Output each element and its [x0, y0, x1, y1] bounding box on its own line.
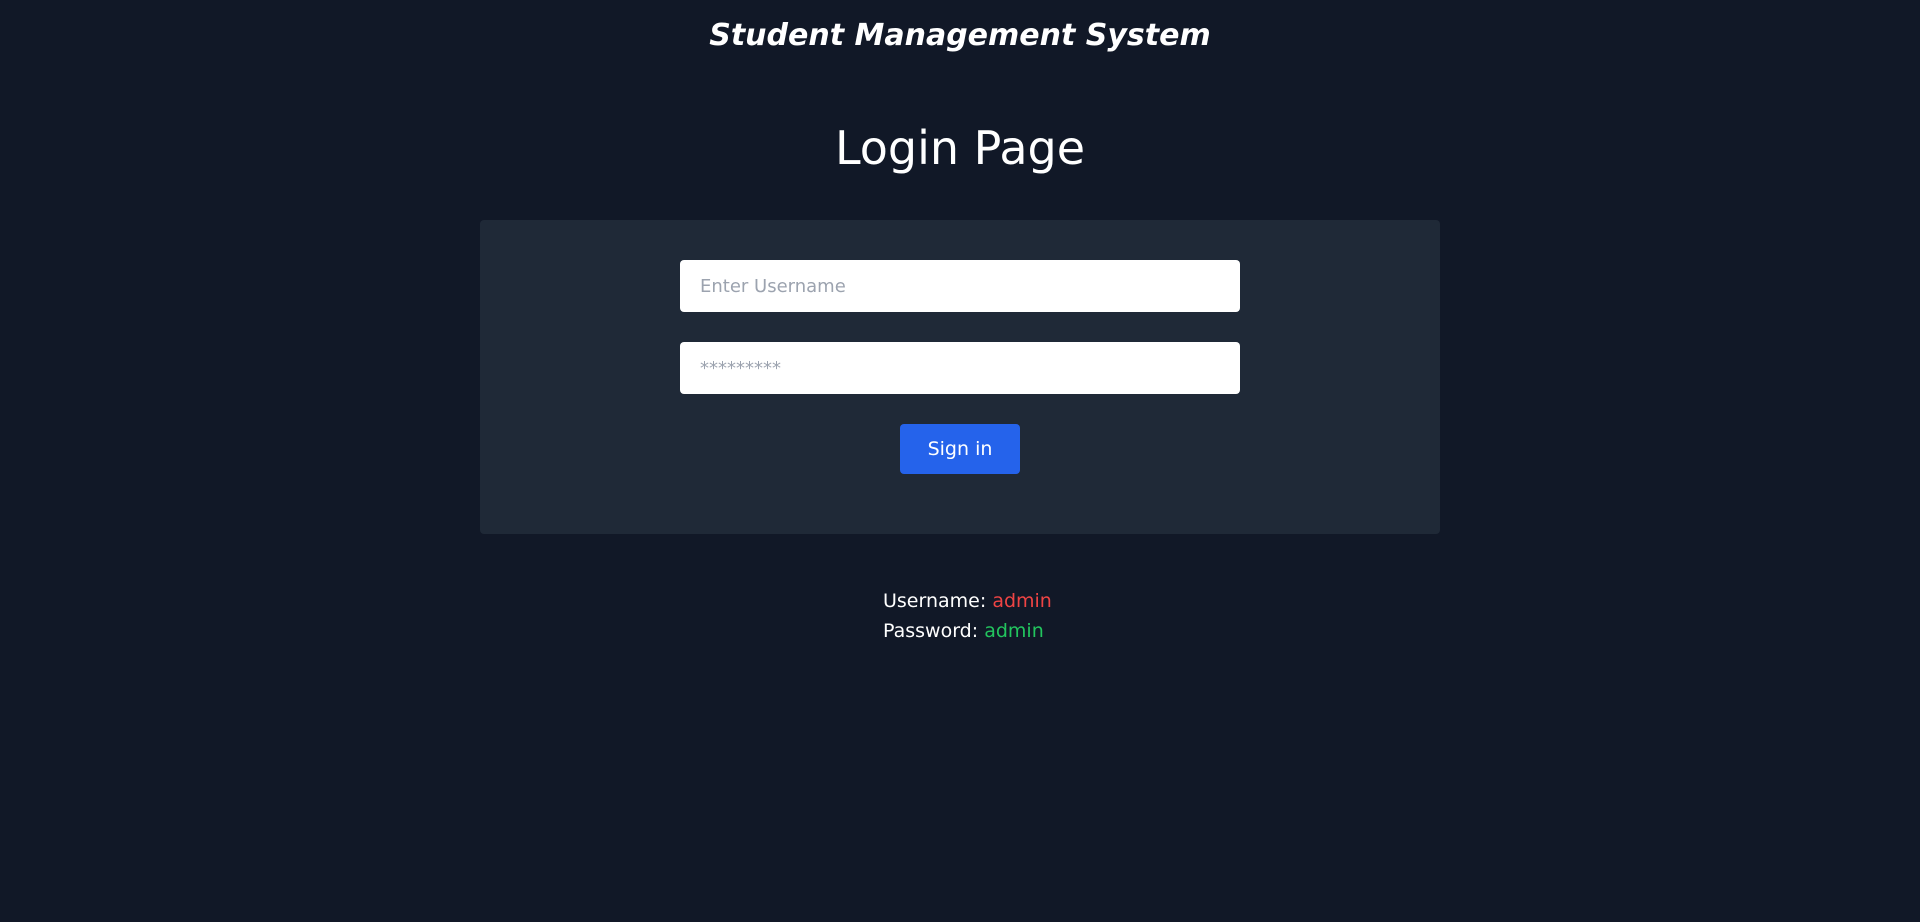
username-hint: Username: admin	[883, 586, 1052, 616]
page-title: Login Page	[834, 121, 1086, 175]
app-title: Student Management System	[709, 18, 1211, 53]
login-form: Sign in	[480, 220, 1440, 534]
password-input[interactable]	[680, 342, 1240, 394]
password-hint-value: admin	[984, 620, 1044, 642]
sign-in-button[interactable]: Sign in	[900, 424, 1020, 474]
username-hint-label: Username:	[883, 590, 987, 612]
username-hint-value: admin	[992, 590, 1052, 612]
password-hint: Password: admin	[883, 616, 1052, 646]
demo-credentials: Username: admin Password: admin	[883, 586, 1052, 646]
password-hint-label: Password:	[883, 620, 979, 642]
username-input[interactable]	[680, 260, 1240, 312]
login-page: Student Management System Login Page Sig…	[0, 0, 1920, 922]
